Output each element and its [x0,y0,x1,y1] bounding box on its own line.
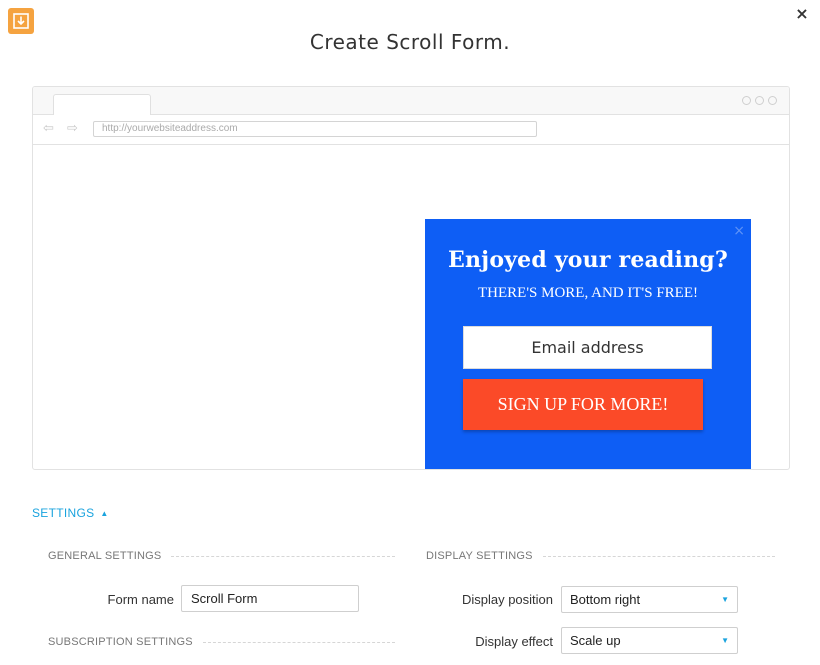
display-effect-value: Scale up [570,633,621,648]
popup-heading: Enjoyed your reading? [448,247,728,273]
settings-toggle-label: SETTINGS [32,506,95,520]
caret-up-icon: ▲ [100,509,109,518]
popup-email-field[interactable]: Email address [463,326,712,369]
window-dot-icon [742,96,751,105]
subscription-settings-header: SUBSCRIPTION SETTINGS [48,636,395,648]
dropdown-caret-icon: ▼ [721,636,729,645]
display-effect-select[interactable]: Scale up ▼ [561,627,738,654]
browser-tab-bar [33,87,789,116]
dropdown-caret-icon: ▼ [721,595,729,604]
display-position-select[interactable]: Bottom right ▼ [561,586,738,613]
download-icon [13,13,29,29]
window-dot-icon [768,96,777,105]
forward-arrow-icon: ⇨ [67,121,78,136]
section-divider [202,642,395,643]
scroll-form-popup: × Enjoyed your reading? THERE'S MORE, AN… [425,219,751,469]
form-name-label: Form name [107,592,174,607]
form-name-input[interactable]: Scroll Form [181,585,359,612]
display-settings-title: DISPLAY SETTINGS [426,550,533,562]
window-controls [742,96,777,105]
display-settings-header: DISPLAY SETTINGS [426,550,775,562]
back-arrow-icon: ⇦ [43,121,54,136]
general-settings-title: GENERAL SETTINGS [48,550,162,562]
section-divider [171,556,395,557]
browser-tab [53,94,151,116]
popup-signup-button[interactable]: SIGN UP FOR MORE! [463,379,703,430]
browser-preview: ⇦ ⇨ http://yourwebsiteaddress.com × Enjo… [32,86,790,470]
general-settings-header: GENERAL SETTINGS [48,550,395,562]
popup-subheading: THERE'S MORE, AND IT'S FREE! [478,285,698,301]
page-title: Create Scroll Form. [309,30,511,54]
display-position-value: Bottom right [570,592,641,607]
popup-close-icon[interactable]: × [733,223,745,239]
display-effect-label: Display effect [475,634,553,649]
section-divider [542,556,775,557]
url-field: http://yourwebsiteaddress.com [93,121,537,137]
window-dot-icon [755,96,764,105]
display-position-label: Display position [461,592,553,607]
browser-address-bar: ⇦ ⇨ http://yourwebsiteaddress.com [33,115,789,145]
close-icon[interactable]: × [794,6,810,22]
subscription-settings-title: SUBSCRIPTION SETTINGS [48,636,193,648]
settings-toggle[interactable]: SETTINGS ▲ [32,506,109,520]
